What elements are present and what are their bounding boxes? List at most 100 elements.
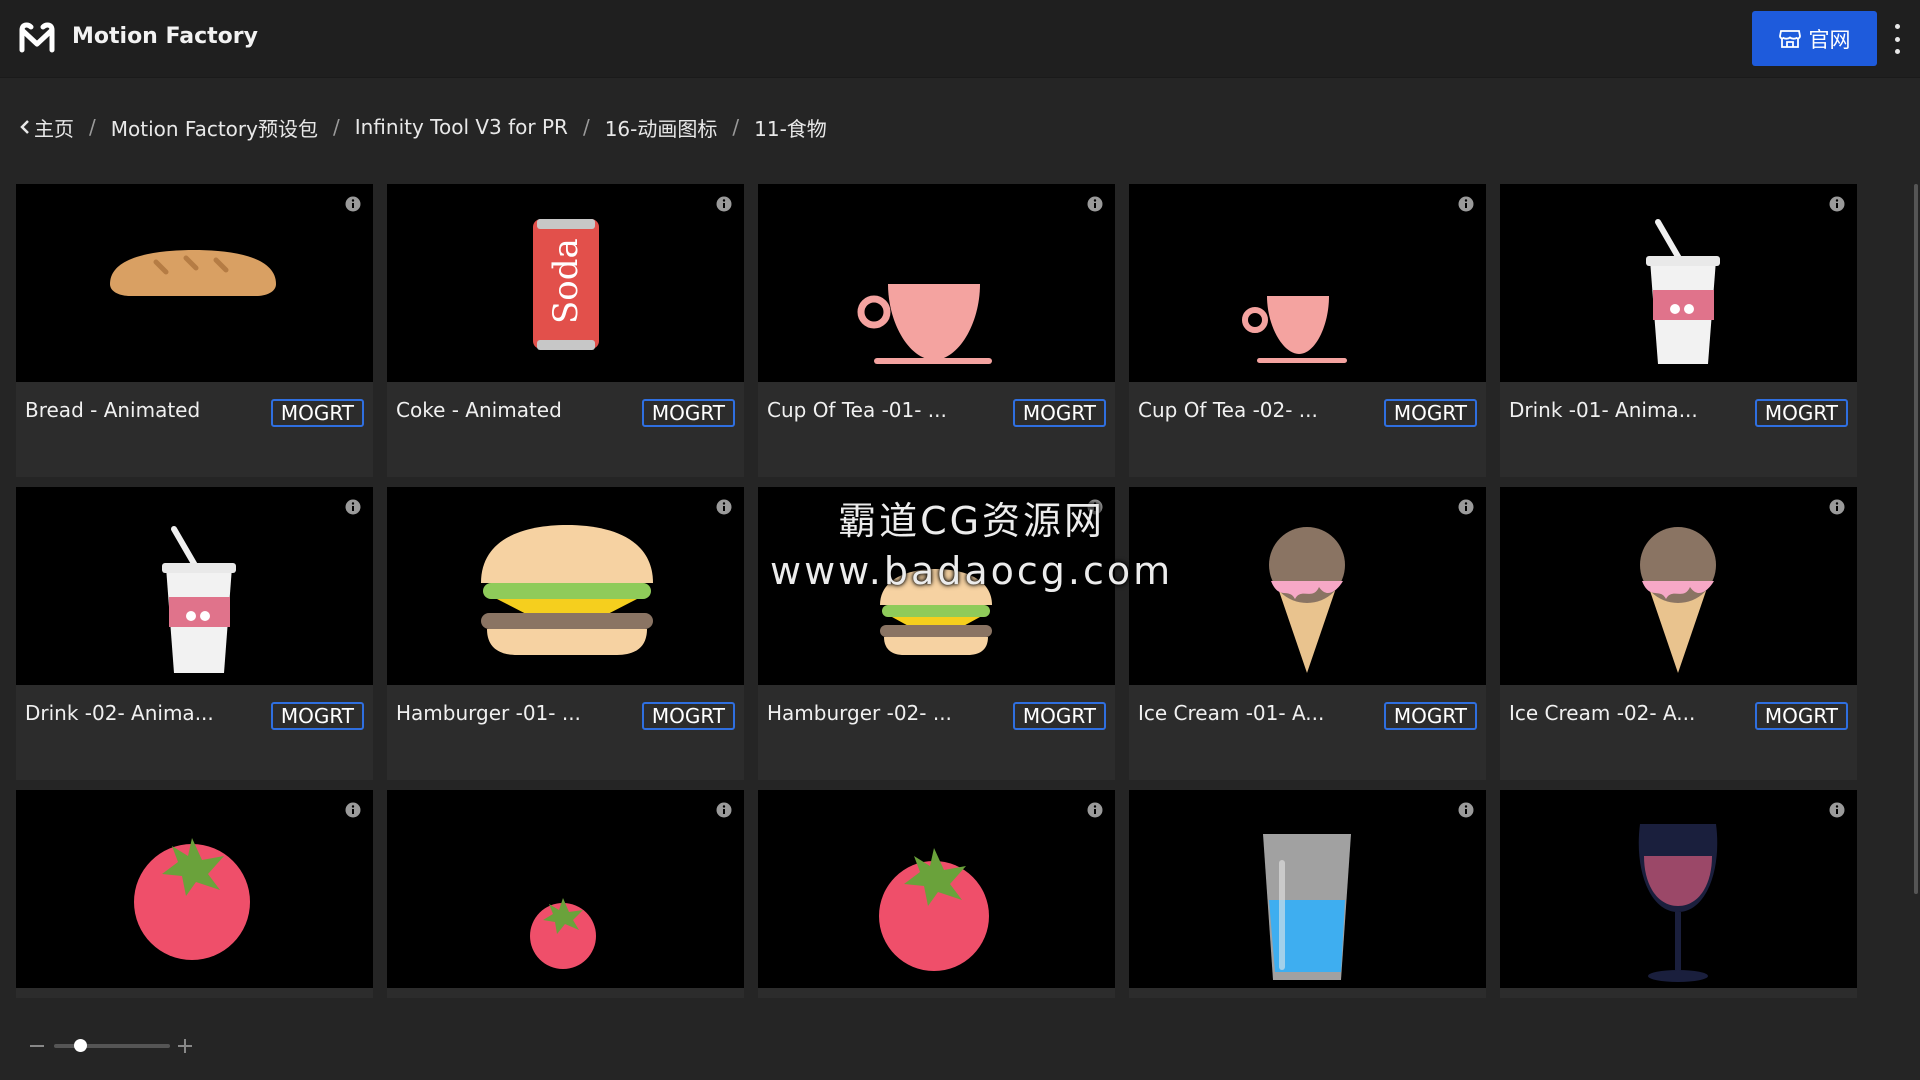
official-site-label: 官网 xyxy=(1808,27,1851,52)
teacup-small-icon xyxy=(1242,296,1347,363)
info-icon[interactable] xyxy=(1458,802,1474,818)
breadcrumb-home[interactable]: 主页 xyxy=(20,113,74,142)
asset-thumbnail[interactable] xyxy=(1129,487,1486,685)
asset-title: Bread - Animated xyxy=(25,398,201,422)
breadcrumb-item[interactable]: 16-动画图标 xyxy=(605,113,718,142)
mogrt-badge: MOGRT xyxy=(1012,702,1106,730)
zoom-out-icon[interactable] xyxy=(30,1045,44,1047)
info-icon[interactable] xyxy=(716,499,732,515)
mogrt-badge: MOGRT xyxy=(1012,399,1106,427)
asset-card[interactable] xyxy=(1129,790,1486,998)
soda-can-icon: Soda xyxy=(533,219,599,350)
info-icon[interactable] xyxy=(345,196,361,212)
chevron-left-icon xyxy=(20,120,29,134)
vertical-scrollbar[interactable] xyxy=(1914,184,1918,894)
breadcrumb-separator: / xyxy=(732,115,740,139)
asset-thumbnail[interactable] xyxy=(16,184,373,382)
soda-can-label: Soda xyxy=(546,238,586,324)
asset-thumbnail[interactable] xyxy=(1500,487,1857,685)
asset-thumbnail[interactable] xyxy=(1129,184,1486,382)
info-icon[interactable] xyxy=(345,802,361,818)
asset-thumbnail[interactable]: Soda xyxy=(387,184,744,382)
water-glass-icon xyxy=(1263,834,1351,980)
asset-title: Hamburger -02- ... xyxy=(767,701,952,725)
info-icon[interactable] xyxy=(1458,196,1474,212)
info-icon[interactable] xyxy=(1829,499,1845,515)
asset-title: Cup Of Tea -02- ... xyxy=(1138,398,1318,422)
drink-cup-icon xyxy=(1646,219,1720,364)
info-icon[interactable] xyxy=(716,196,732,212)
asset-card[interactable] xyxy=(387,790,744,998)
app-title: Motion Factory xyxy=(72,24,258,49)
info-icon[interactable] xyxy=(1087,196,1103,212)
asset-card[interactable]: Drink -02- Anima... MOGRT xyxy=(16,487,373,780)
ice-cream-icon xyxy=(1269,527,1345,673)
ice-cream-icon xyxy=(1640,527,1716,673)
asset-thumbnail[interactable] xyxy=(16,487,373,685)
asset-card[interactable]: Hamburger -01- ... MOGRT xyxy=(387,487,744,780)
asset-thumbnail[interactable] xyxy=(1500,790,1857,988)
asset-card[interactable] xyxy=(1500,790,1857,998)
breadcrumb-item[interactable]: Motion Factory预设包 xyxy=(111,113,318,142)
info-icon[interactable] xyxy=(1087,802,1103,818)
info-icon[interactable] xyxy=(1087,499,1103,515)
mogrt-badge: MOGRT xyxy=(641,702,735,730)
zoom-in-icon[interactable] xyxy=(178,1039,192,1053)
asset-thumbnail[interactable] xyxy=(1129,790,1486,988)
asset-thumbnail[interactable] xyxy=(387,790,744,988)
bread-icon xyxy=(110,250,276,296)
breadcrumb-item[interactable]: Infinity Tool V3 for PR xyxy=(355,115,568,139)
asset-card[interactable] xyxy=(758,790,1115,998)
info-icon[interactable] xyxy=(1829,196,1845,212)
zoom-slider-handle[interactable] xyxy=(74,1039,87,1052)
mogrt-badge: MOGRT xyxy=(641,399,735,427)
mogrt-badge: MOGRT xyxy=(1383,399,1477,427)
mogrt-badge: MOGRT xyxy=(1754,702,1848,730)
asset-card[interactable]: Ice Cream -02- A... MOGRT xyxy=(1500,487,1857,780)
asset-card[interactable]: Hamburger -02- ... MOGRT xyxy=(758,487,1115,780)
teacup-icon xyxy=(857,284,992,364)
asset-card[interactable]: Cup Of Tea -02- ... MOGRT xyxy=(1129,184,1486,477)
asset-thumbnail[interactable] xyxy=(758,487,1115,685)
asset-title: Ice Cream -02- A... xyxy=(1509,701,1696,725)
mogrt-badge: MOGRT xyxy=(1754,399,1848,427)
info-icon[interactable] xyxy=(345,499,361,515)
mogrt-badge: MOGRT xyxy=(1383,702,1477,730)
mogrt-badge: MOGRT xyxy=(270,702,364,730)
info-icon[interactable] xyxy=(716,802,732,818)
asset-card[interactable]: Ice Cream -01- A... MOGRT xyxy=(1129,487,1486,780)
asset-card[interactable]: Soda Coke - Animated MOGRT xyxy=(387,184,744,477)
breadcrumb: 主页 / Motion Factory预设包 / Infinity Tool V… xyxy=(20,112,827,142)
tomato-small-icon xyxy=(530,898,596,969)
asset-title: Coke - Animated xyxy=(396,398,562,422)
wine-glass-icon xyxy=(1638,824,1718,982)
official-site-button[interactable]: 官网 xyxy=(1752,11,1877,66)
hamburger-small-icon xyxy=(880,569,992,655)
asset-card[interactable]: Bread - Animated MOGRT xyxy=(16,184,373,477)
info-icon[interactable] xyxy=(1458,499,1474,515)
tomato-icon xyxy=(134,838,250,960)
mogrt-badge: MOGRT xyxy=(270,399,364,427)
asset-title: Drink -02- Anima... xyxy=(25,701,214,725)
scrollbar-thumb[interactable] xyxy=(1914,184,1918,894)
breadcrumb-separator: / xyxy=(89,115,96,139)
asset-thumbnail[interactable] xyxy=(387,487,744,685)
info-icon[interactable] xyxy=(1829,802,1845,818)
zoom-slider[interactable] xyxy=(54,1044,170,1048)
asset-thumbnail[interactable] xyxy=(758,184,1115,382)
asset-title: Hamburger -01- ... xyxy=(396,701,581,725)
store-icon xyxy=(1778,29,1801,48)
breadcrumb-separator: / xyxy=(582,115,590,139)
tomato-icon xyxy=(879,848,989,971)
asset-thumbnail[interactable] xyxy=(16,790,373,988)
asset-thumbnail[interactable] xyxy=(758,790,1115,988)
asset-thumbnail[interactable] xyxy=(1500,184,1857,382)
more-menu-icon[interactable] xyxy=(1890,24,1904,54)
hamburger-icon xyxy=(481,525,653,655)
breadcrumb-current: 11-食物 xyxy=(754,116,827,141)
asset-card[interactable]: Cup Of Tea -01- ... MOGRT xyxy=(758,184,1115,477)
asset-card[interactable]: Drink -01- Anima... MOGRT xyxy=(1500,184,1857,477)
asset-card[interactable] xyxy=(16,790,373,998)
top-bar: Motion Factory 官网 xyxy=(0,0,1920,78)
asset-title: Drink -01- Anima... xyxy=(1509,398,1698,422)
